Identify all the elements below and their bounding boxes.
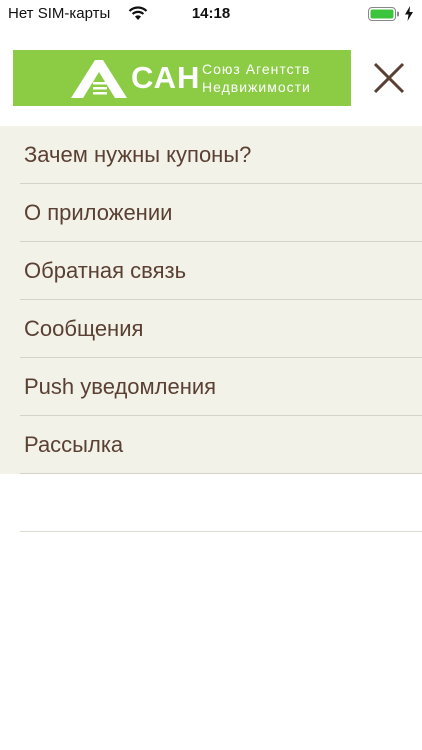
menu-item-about[interactable]: О приложении [20,184,422,242]
menu-item-label: Push уведомления [24,374,217,399]
menu-item-coupons[interactable]: Зачем нужны купоны? [20,126,422,184]
header: САН Союз Агентств Недвижимости [0,28,422,126]
battery-icon [368,7,400,21]
menu-item-push[interactable]: Push уведомления [20,358,422,416]
menu-item-feedback[interactable]: Обратная связь [20,242,422,300]
divider [20,531,422,532]
menu-item-label: О приложении [24,200,173,225]
logo-brand: САН [131,60,201,95]
menu-item-label: Обратная связь [24,258,187,283]
close-button[interactable] [369,58,409,98]
clock: 14:18 [191,5,231,22]
menu-item-label: Зачем нужны купоны? [24,142,252,167]
logo: САН Союз Агентств Недвижимости [13,50,351,106]
logo-line-1: Союз Агентств [202,61,311,77]
menu-item-label: Сообщения [24,316,144,341]
menu-item-newsletter[interactable]: Рассылка [20,416,422,474]
logo-line-2: Недвижимости [202,79,311,95]
menu-item-messages[interactable]: Сообщения [20,300,422,358]
menu-item-label: Рассылка [24,432,124,457]
side-menu: Зачем нужны купоны? О приложении Обратна… [0,126,422,474]
status-bar: Нет SIM-карты 14:18 [0,0,422,28]
close-icon [373,62,405,94]
charging-bolt-icon [405,6,413,26]
house-logo-icon [71,60,127,98]
